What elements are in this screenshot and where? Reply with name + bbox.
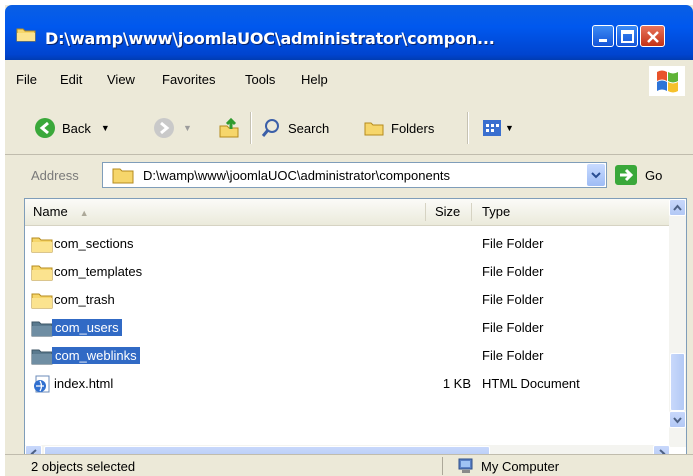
status-zone: My Computer [457, 458, 559, 474]
folder-icon [31, 321, 53, 337]
up-folder-icon [219, 117, 239, 138]
back-label: Back [62, 120, 91, 136]
maximize-icon [621, 30, 634, 43]
folders-label: Folders [391, 120, 435, 136]
menu-favorites[interactable]: Favorites [162, 72, 215, 87]
file-name: index.html [54, 376, 114, 391]
sort-ascending-icon: ▲ [79, 208, 89, 218]
file-name: com_weblinks [52, 347, 140, 364]
search-icon [261, 119, 279, 137]
search-button[interactable]: Search [260, 117, 329, 139]
menu-file[interactable]: File [16, 72, 37, 87]
scroll-up-button[interactable] [669, 199, 686, 216]
address-field[interactable]: D:\wamp\www\joomlaUOC\administrator\comp… [102, 162, 607, 188]
chevron-down-icon [673, 417, 682, 424]
list-item[interactable]: index.html 1 KB HTML Document [25, 370, 670, 398]
status-divider [442, 457, 443, 475]
file-type: File Folder [482, 236, 544, 251]
views-button[interactable]: ▼ [481, 117, 514, 139]
back-button[interactable]: Back ▼ [34, 117, 110, 139]
explorer-window: D:\wamp\www\joomlaUOC\administrator\comp… [5, 5, 693, 476]
forward-arrow-icon [154, 118, 174, 138]
toolbar: Back ▼ ▼ Search Folders ▼ [5, 102, 693, 155]
file-name: com_sections [54, 236, 134, 251]
file-name: com_trash [54, 292, 115, 307]
file-type: File Folder [482, 320, 544, 335]
list-item-selected[interactable]: com_weblinks File Folder [25, 342, 670, 370]
back-arrow-icon [35, 118, 55, 138]
column-name-label: Name [33, 204, 68, 219]
file-size: 1 KB [442, 376, 471, 391]
up-folder-button[interactable] [218, 117, 240, 139]
go-button[interactable]: Go [614, 162, 662, 188]
folder-icon [31, 293, 53, 309]
close-icon [647, 31, 659, 43]
status-bar: 2 objects selected My Computer [5, 454, 693, 476]
address-value: D:\wamp\www\joomlaUOC\administrator\comp… [143, 168, 451, 183]
back-dropdown-icon[interactable]: ▼ [101, 123, 110, 133]
window-title: D:\wamp\www\joomlaUOC\administrator\comp… [45, 29, 495, 48]
address-label: Address [31, 168, 79, 183]
list-item[interactable]: com_trash File Folder [25, 286, 670, 314]
column-size[interactable]: Size [435, 199, 460, 225]
column-divider[interactable] [471, 203, 472, 221]
file-name: com_users [52, 319, 122, 336]
minimize-button[interactable] [592, 25, 614, 47]
file-list[interactable]: Name ▲ Size Type com_sections File Folder… [24, 198, 687, 463]
status-zone-label: My Computer [481, 458, 560, 474]
views-icon [483, 120, 501, 136]
folder-icon [31, 349, 53, 365]
list-item-selected[interactable]: com_users File Folder [25, 314, 670, 342]
file-type: File Folder [482, 348, 544, 363]
maximize-button[interactable] [616, 25, 638, 47]
menu-edit[interactable]: Edit [60, 72, 82, 87]
folders-button[interactable]: Folders [363, 117, 434, 139]
menu-view[interactable]: View [107, 72, 135, 87]
column-name[interactable]: Name ▲ [33, 199, 89, 225]
html-document-icon [34, 375, 50, 393]
go-arrow-icon [615, 165, 637, 185]
folder-icon [31, 265, 53, 281]
forward-button[interactable]: ▼ [153, 117, 192, 139]
column-divider[interactable] [425, 203, 426, 221]
go-label: Go [645, 167, 663, 183]
menu-tools[interactable]: Tools [245, 72, 275, 87]
search-label: Search [288, 120, 330, 136]
menu-bar: File Edit View Favorites Tools Help [5, 60, 693, 103]
title-bar[interactable]: D:\wamp\www\joomlaUOC\administrator\comp… [5, 5, 693, 60]
status-selection-text: 2 objects selected [31, 459, 136, 474]
column-type[interactable]: Type [482, 199, 510, 225]
toolbar-separator [467, 112, 469, 144]
file-name: com_templates [54, 264, 143, 279]
forward-dropdown-icon[interactable]: ▼ [183, 123, 192, 133]
menu-help[interactable]: Help [301, 72, 328, 87]
folder-icon [16, 28, 36, 42]
column-header: Name ▲ Size Type [25, 199, 670, 226]
list-item[interactable]: com_sections File Folder [25, 230, 670, 258]
minimize-icon [599, 39, 607, 42]
close-button[interactable] [640, 25, 665, 47]
toolbar-separator [250, 112, 252, 144]
address-dropdown-button[interactable] [587, 164, 605, 186]
windows-flag-icon [657, 70, 678, 93]
folders-icon [364, 122, 384, 136]
my-computer-icon [458, 458, 473, 473]
scroll-thumb[interactable] [670, 353, 685, 411]
file-type: HTML Document [482, 376, 580, 391]
vertical-scrollbar[interactable] [669, 199, 686, 447]
chevron-up-icon [673, 204, 682, 211]
windows-logo [649, 66, 685, 96]
views-dropdown-icon[interactable]: ▼ [505, 123, 514, 133]
folder-icon [31, 237, 53, 253]
list-item[interactable]: com_templates File Folder [25, 258, 670, 286]
file-type: File Folder [482, 292, 544, 307]
chevron-down-icon [591, 172, 601, 179]
scroll-down-button[interactable] [669, 411, 686, 428]
folder-icon [112, 168, 134, 184]
file-type: File Folder [482, 264, 544, 279]
